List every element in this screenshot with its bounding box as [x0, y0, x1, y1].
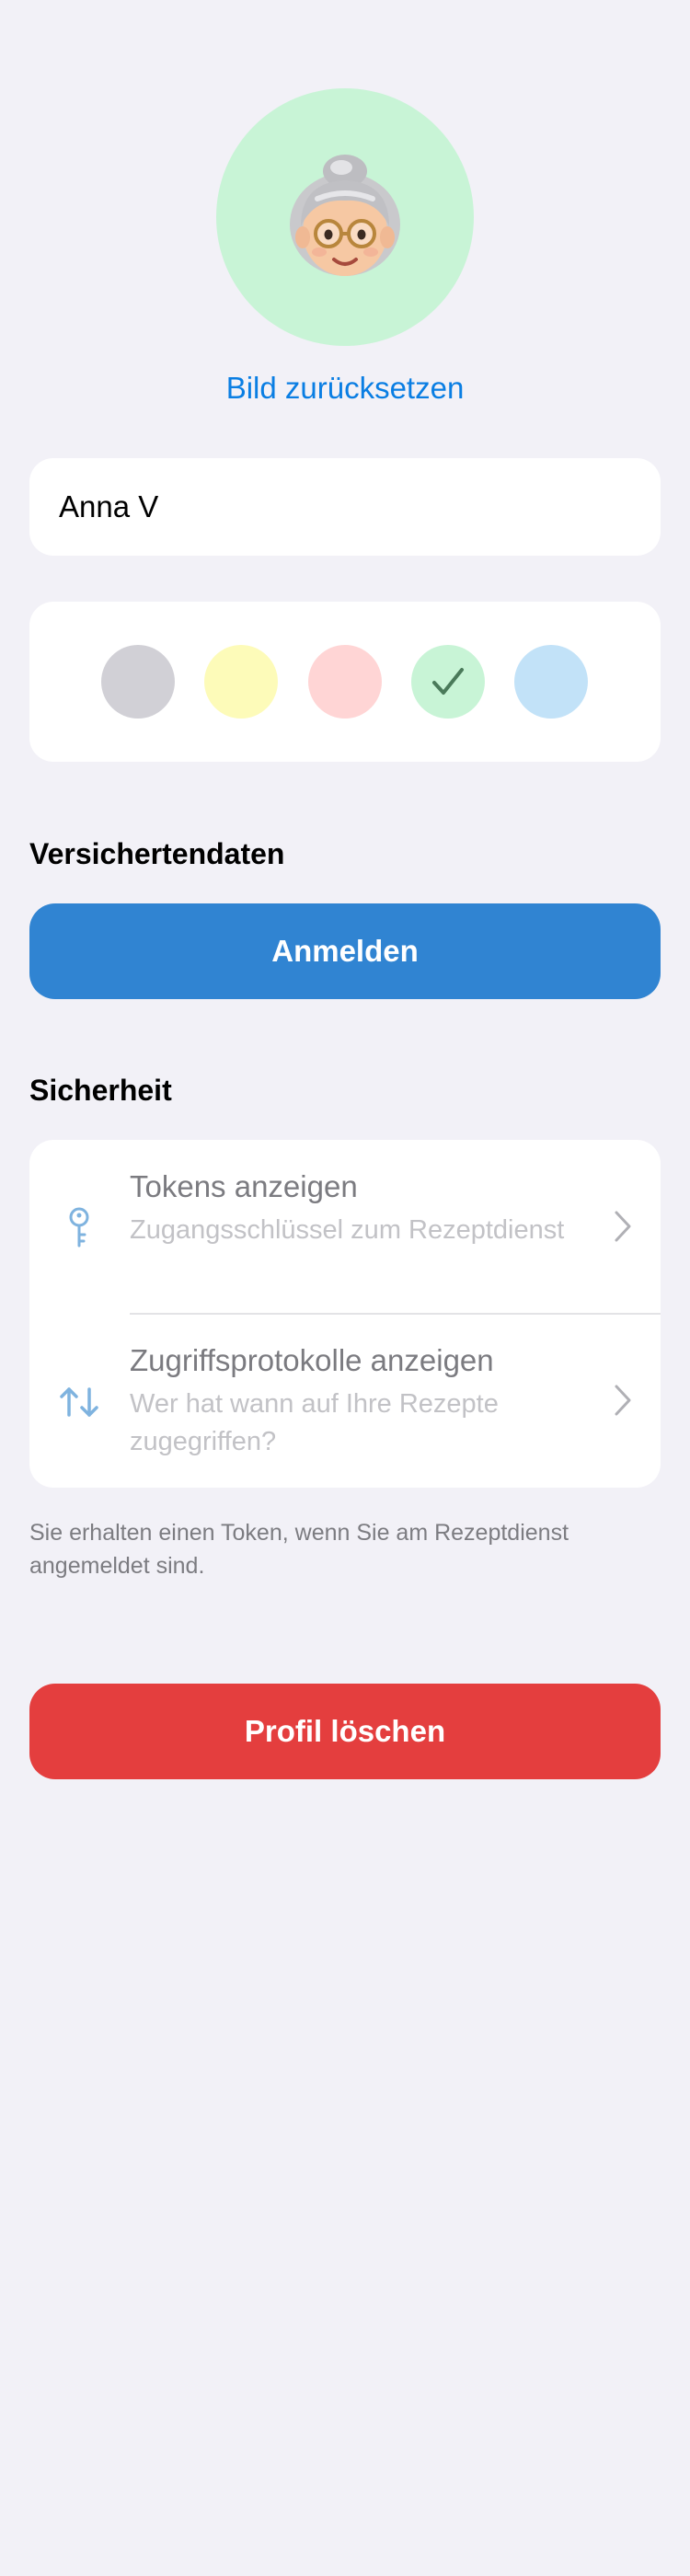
color-swatch-blue[interactable]: [514, 645, 588, 719]
profile-edit-screen: Bild zurücksetzen Versichertendaten Anme…: [0, 0, 690, 2576]
color-swatch-gray[interactable]: [101, 645, 175, 719]
token-footnote: Sie erhalten einen Token, wenn Sie am Re…: [29, 1520, 569, 1579]
chevron-right-icon: [615, 1211, 631, 1242]
show-access-logs-row[interactable]: Zugriffsprotokolle anzeigen Wer hat wann…: [29, 1314, 661, 1488]
row-title: Tokens anzeigen: [130, 1169, 358, 1203]
color-swatch-yellow[interactable]: [204, 645, 278, 719]
row-subtitle: Wer hat wann auf Ihre Rezepte zugegriffe…: [130, 1389, 499, 1456]
name-field-container: [29, 458, 661, 556]
color-picker: [29, 602, 661, 762]
color-swatch-red[interactable]: [308, 645, 382, 719]
checkmark-icon: [432, 668, 464, 695]
show-tokens-row[interactable]: Tokens anzeigen Zugangsschlüssel zum Rez…: [29, 1140, 661, 1315]
grandmother-emoji-icon: [290, 155, 400, 276]
color-swatch-green[interactable]: [411, 645, 485, 719]
reset-image-link[interactable]: Bild zurücksetzen: [0, 371, 690, 406]
security-section-title: Sicherheit: [29, 1074, 172, 1107]
name-input[interactable]: [59, 489, 631, 524]
row-subtitle: Zugangsschlüssel zum Rezeptdienst: [130, 1215, 565, 1245]
key-icon: [59, 1207, 99, 1248]
avatar[interactable]: [216, 88, 474, 346]
security-list: Tokens anzeigen Zugangsschlüssel zum Rez…: [29, 1140, 661, 1488]
insurance-section-title: Versichertendaten: [29, 837, 285, 870]
row-title: Zugriffsprotokolle anzeigen: [130, 1343, 494, 1377]
login-button[interactable]: Anmelden: [29, 903, 661, 999]
arrows-up-down-icon: [59, 1382, 99, 1422]
chevron-right-icon: [615, 1385, 631, 1416]
delete-profile-button[interactable]: Profil löschen: [29, 1684, 661, 1779]
